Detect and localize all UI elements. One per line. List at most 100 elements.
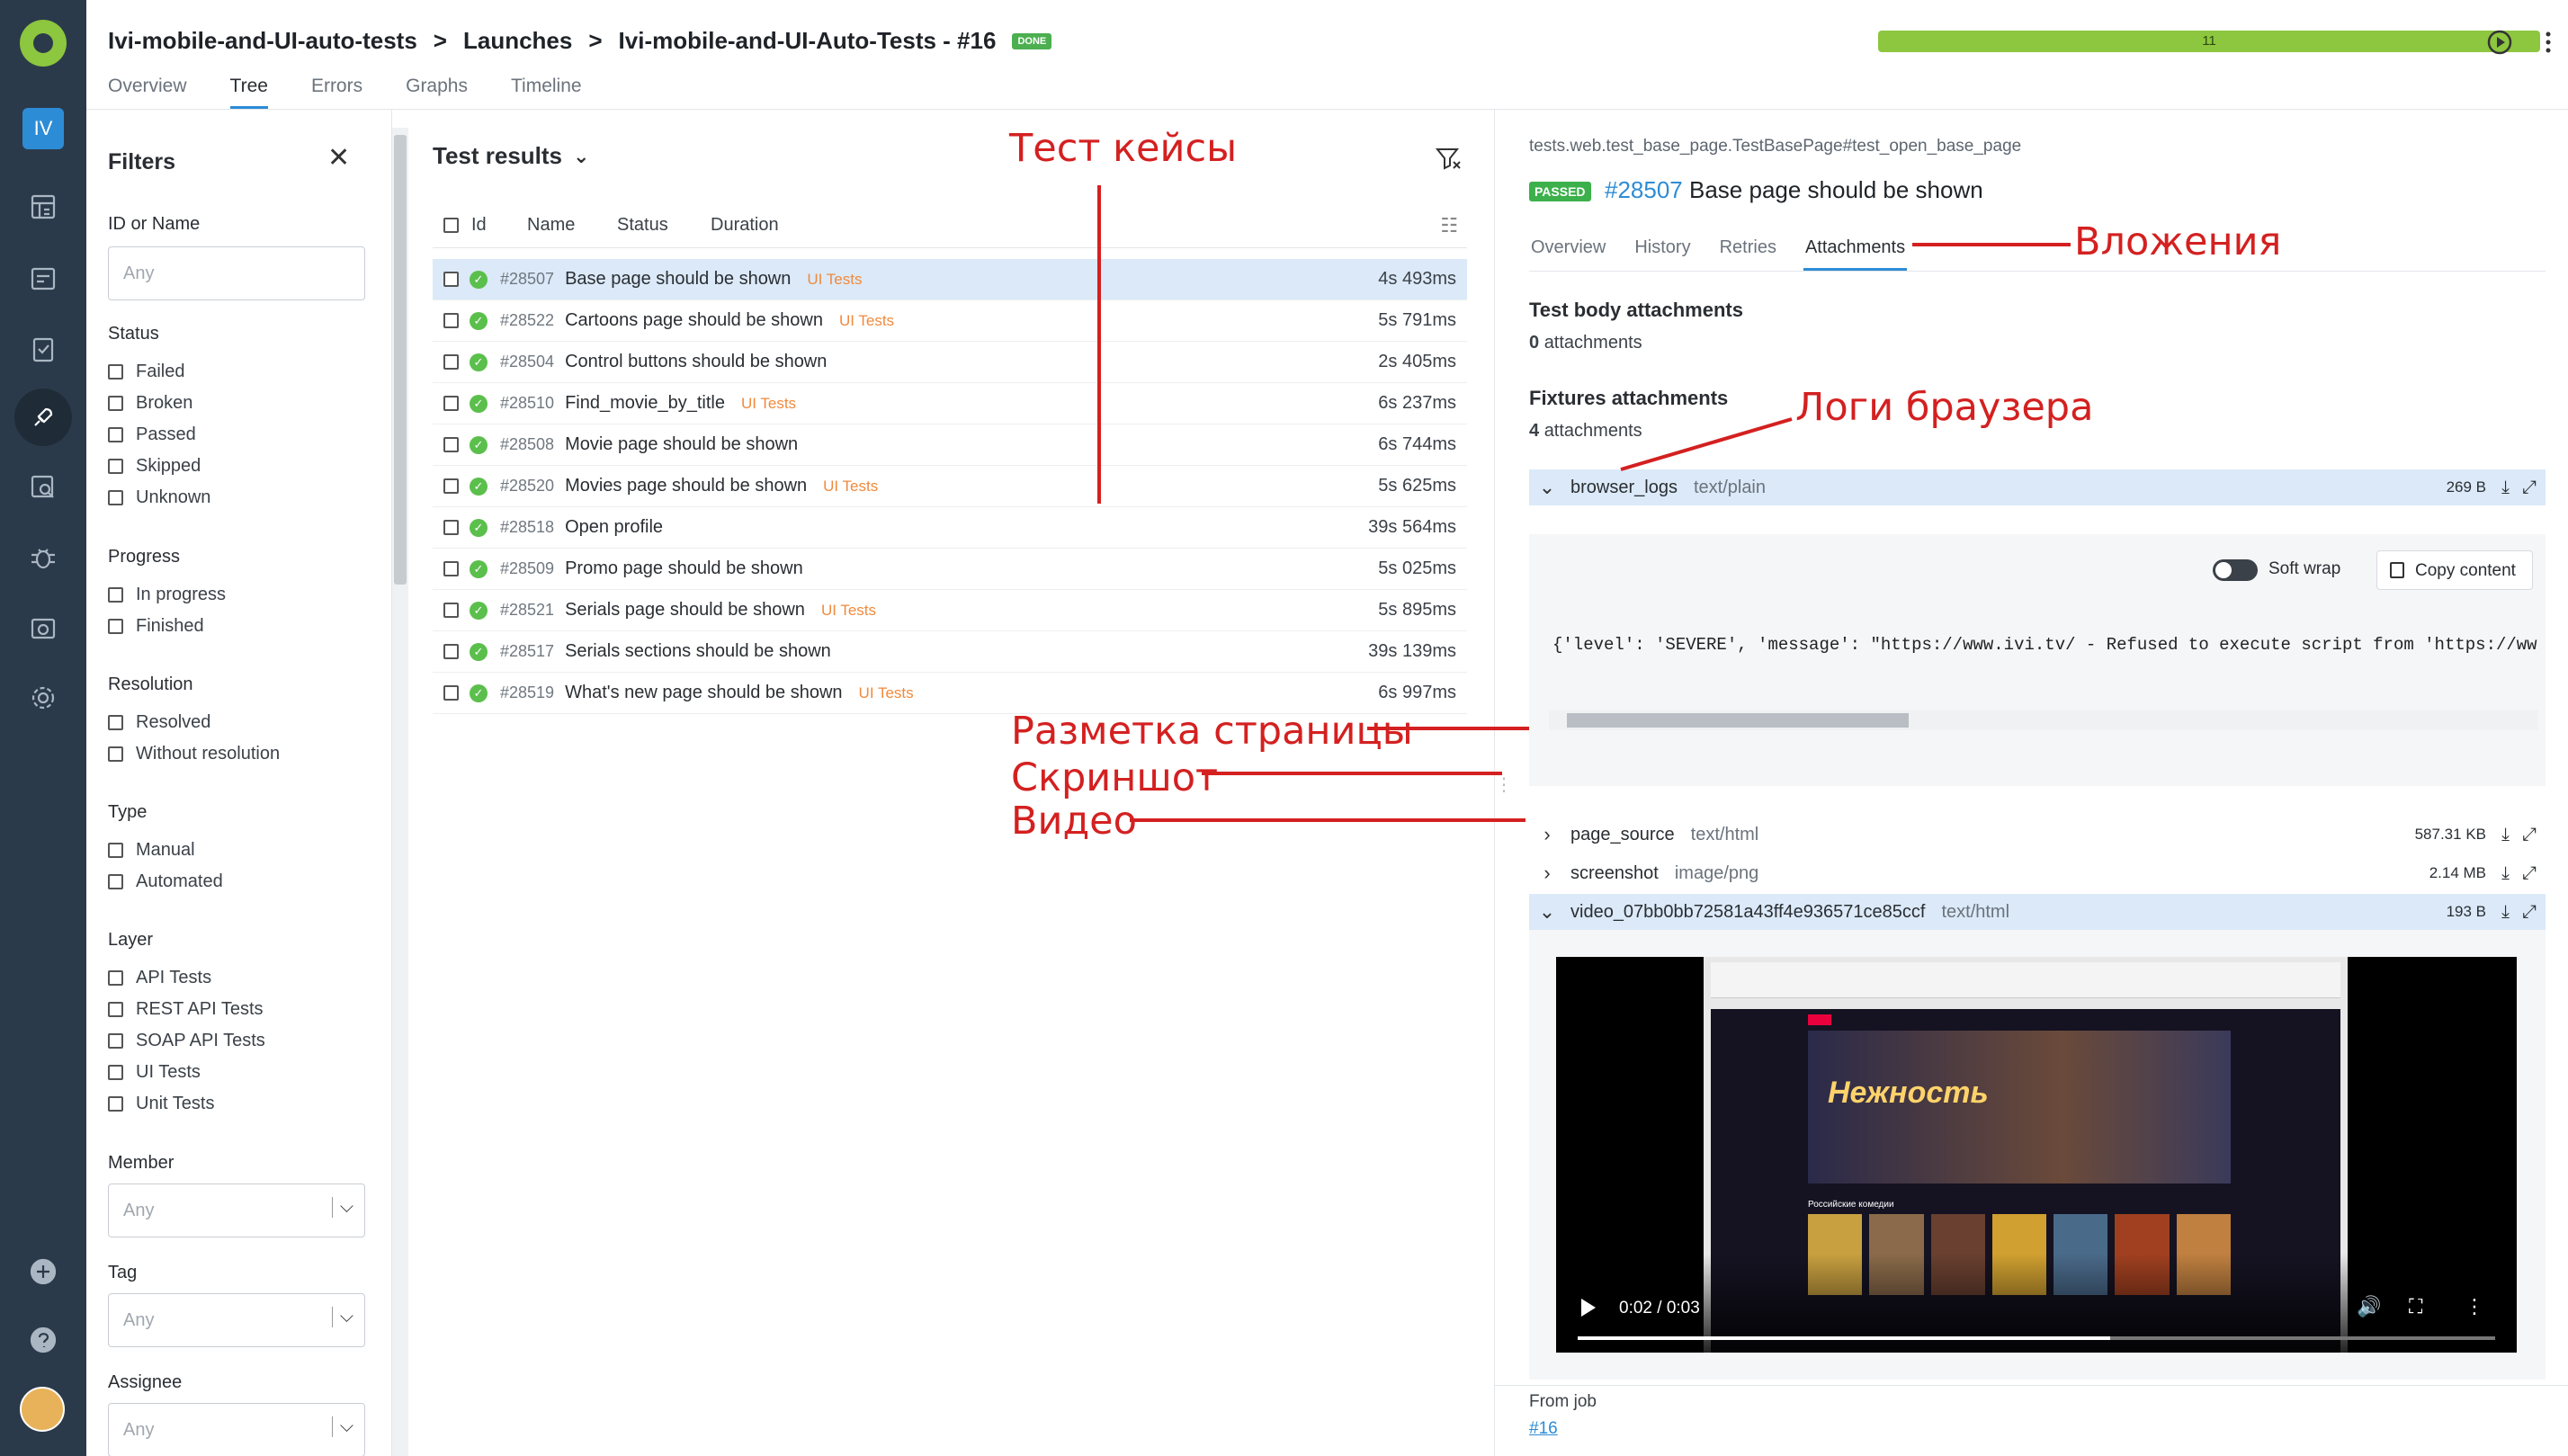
filter-layer-ui[interactable]: UI Tests [108,1062,201,1083]
checkbox[interactable] [108,843,123,858]
expand-icon[interactable]: ⤢ [2522,863,2537,884]
run-icon[interactable] [2484,27,2515,58]
tab-overview[interactable]: Overview [108,76,187,109]
clear-filter-icon[interactable] [1434,144,1463,173]
checkbox[interactable] [108,1002,123,1017]
more-options-icon[interactable]: ⋮ [2465,1295,2484,1318]
attachment-page-source[interactable]: › page_source text/html 587.31 KB ⤓ ⤢ [1529,817,2546,853]
id-or-name-input[interactable]: Any [108,246,365,300]
filter-progress-finished[interactable]: Finished [108,616,204,637]
table-row[interactable]: ✓ #28508 Movie page should be shown 6s 744m… [433,424,1467,466]
table-row[interactable]: ✓ #28520 Movies page should be shown UI Tes… [433,466,1467,507]
filter-status-broken[interactable]: Broken [108,393,192,414]
chevron-down-icon[interactable]: ⌵ [331,1197,353,1218]
chevron-down-icon[interactable]: ⌵ [331,1307,353,1327]
checkbox[interactable] [108,874,123,889]
chevron-down-icon[interactable]: ⌄ [1529,900,1565,924]
test-cases-icon[interactable] [25,261,61,297]
chevron-down-icon[interactable]: ⌄ [573,145,589,168]
row-checkbox[interactable] [443,520,459,535]
table-row[interactable]: ✓ #28509 Promo page should be shown 5s 025m… [433,549,1467,590]
tab-errors[interactable]: Errors [311,76,362,109]
table-row[interactable]: ✓ #28518 Open profile 39s 564ms [433,507,1467,549]
table-row[interactable]: ✓ #28517 Serials sections should be shown 3… [433,631,1467,673]
help-icon[interactable] [25,1322,61,1358]
video-progress-bar[interactable] [1578,1336,2495,1340]
checkbox[interactable] [108,587,123,603]
row-checkbox[interactable] [443,437,459,452]
download-icon[interactable]: ⤓ [2501,863,2510,884]
filter-progress-in-progress[interactable]: In progress [108,585,226,605]
checkbox[interactable] [108,619,123,634]
row-checkbox[interactable] [443,603,459,618]
video-player[interactable]: Нежность Российские комедии 0:02 / 0:03 … [1556,957,2517,1353]
soft-wrap-toggle[interactable] [2213,559,2258,581]
row-checkbox[interactable] [443,644,459,659]
attachment-video[interactable]: ⌄ video_07bb0bb72581a43ff4e936571ce85ccf… [1529,894,2546,930]
filter-status-unknown[interactable]: Unknown [108,487,210,508]
test-results-header[interactable]: Test results ⌄ [433,142,589,170]
tab-retries[interactable]: Retries [1718,232,1778,271]
row-checkbox[interactable] [443,313,459,328]
chevron-right-icon[interactable]: › [1529,862,1565,885]
breadcrumb-project[interactable]: Ivi-mobile-and-UI-auto-tests [108,27,417,55]
play-icon[interactable] [1581,1299,1596,1317]
row-checkbox[interactable] [443,354,459,370]
expand-icon[interactable]: ⤢ [2522,902,2537,923]
chevron-down-icon[interactable]: ⌵ [331,1416,353,1437]
filter-layer-soap[interactable]: SOAP API Tests [108,1031,265,1051]
row-checkbox[interactable] [443,561,459,576]
settings-icon[interactable] [25,680,61,716]
table-row[interactable]: ✓ #28504 Control buttons should be shown 2s… [433,342,1467,383]
download-icon[interactable]: ⤓ [2501,825,2510,845]
filter-status-passed[interactable]: Passed [108,424,196,445]
close-icon[interactable]: ✕ [327,142,350,174]
column-id[interactable]: Id [471,215,527,236]
attachment-screenshot[interactable]: › screenshot image/png 2.14 MB ⤓ ⤢ [1529,855,2546,891]
filter-layer-api[interactable]: API Tests [108,968,211,988]
breadcrumb-launches[interactable]: Launches [463,27,572,55]
launches-icon[interactable] [14,389,72,446]
checkbox[interactable] [108,396,123,411]
column-duration[interactable]: Duration [711,215,779,236]
checkbox[interactable] [108,1096,123,1112]
defects-icon[interactable] [25,540,61,576]
checkbox[interactable] [108,746,123,762]
analytics-icon[interactable] [25,469,61,505]
checkbox[interactable] [108,427,123,442]
allure-logo-icon[interactable] [20,20,67,67]
checkbox[interactable] [108,490,123,505]
project-avatar[interactable]: IV [22,108,64,149]
checkbox[interactable] [108,364,123,380]
filter-layer-rest[interactable]: REST API Tests [108,999,264,1020]
checkbox[interactable] [108,715,123,730]
table-row[interactable]: ✓ #28522 Cartoons page should be shown UI T… [433,300,1467,342]
columns-settings-icon[interactable]: ☷ [1440,214,1458,237]
row-checkbox[interactable] [443,272,459,287]
tab-attachments[interactable]: Attachments [1803,232,1908,271]
row-checkbox[interactable] [443,396,459,411]
chevron-down-icon[interactable]: ⌄ [1529,476,1565,499]
test-plans-icon[interactable] [25,331,61,367]
tab-history[interactable]: History [1633,232,1692,271]
checkbox[interactable] [108,1033,123,1049]
member-select[interactable]: Any ⌵ [108,1184,365,1237]
row-checkbox[interactable] [443,478,459,494]
add-icon[interactable] [25,1254,61,1290]
expand-icon[interactable]: ⤢ [2522,825,2537,845]
filter-type-automated[interactable]: Automated [108,871,223,892]
filter-status-skipped[interactable]: Skipped [108,456,201,477]
dashboard-icon[interactable] [25,189,61,225]
table-row[interactable]: ✓ #28521 Serials page should be shown UI Te… [433,590,1467,631]
test-id[interactable]: #28507 [1605,176,1683,203]
tab-tree[interactable]: Tree [229,76,268,109]
checkbox[interactable] [108,1065,123,1080]
select-all-checkbox[interactable] [443,218,459,233]
table-row[interactable]: ✓ #28507 Base page should be shown UI Tests… [433,259,1467,300]
tab-graphs[interactable]: Graphs [406,76,468,109]
filters-scrollbar[interactable] [392,128,408,1456]
resize-handle-icon[interactable]: ⋮ [1495,773,1513,796]
filter-status-failed[interactable]: Failed [108,362,184,382]
column-status[interactable]: Status [617,215,711,236]
log-horizontal-scrollbar[interactable] [1549,710,2538,730]
